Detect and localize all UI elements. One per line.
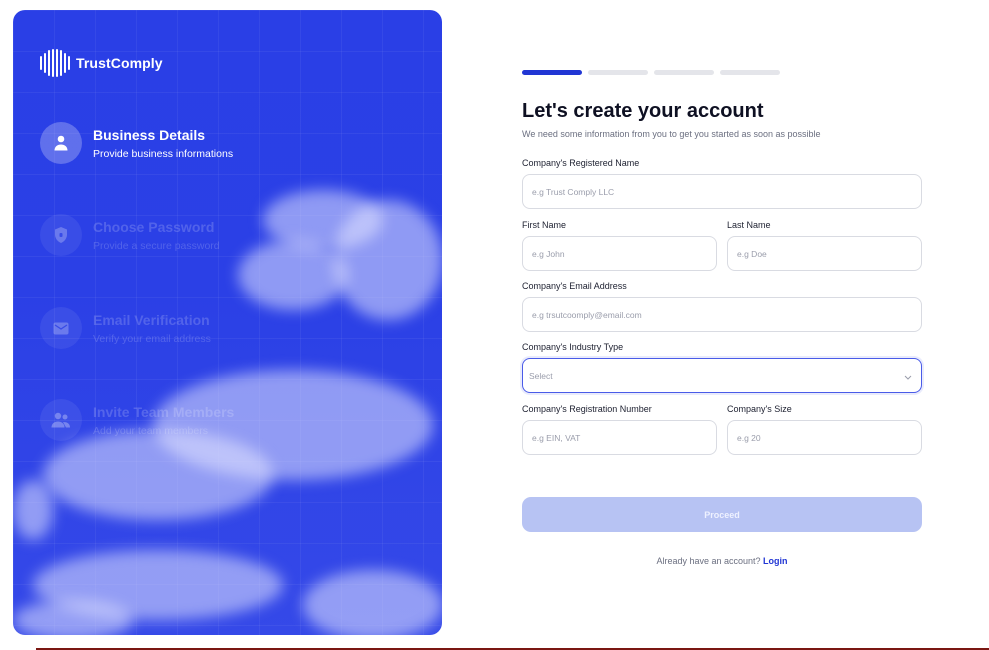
industry-select[interactable]: Select <box>522 358 922 393</box>
registration-number-label: Company's Registration Number <box>522 404 652 414</box>
company-size-label: Company's Size <box>727 404 792 414</box>
industry-label: Company's Industry Type <box>522 342 624 352</box>
cloud-decoration <box>13 480 53 540</box>
cloud-decoration <box>333 200 442 320</box>
first-name-label: First Name <box>522 220 567 230</box>
step-subtitle: Provide a secure password <box>93 239 220 252</box>
cloud-decoration <box>303 570 442 635</box>
page-title: Let's create your account <box>522 100 764 122</box>
onboarding-sidebar: TrustComply Business Details Provide bus… <box>13 10 442 635</box>
company-size-input[interactable] <box>727 420 922 455</box>
cloud-decoration <box>13 600 133 635</box>
last-name-input[interactable] <box>727 236 922 271</box>
progress-segment <box>720 70 780 75</box>
registration-number-input[interactable] <box>522 420 717 455</box>
first-name-input[interactable] <box>522 236 717 271</box>
industry-select-value: Select <box>529 370 553 381</box>
step-subtitle: Add your team members <box>93 424 208 437</box>
step-title: Invite Team Members <box>93 403 235 420</box>
mail-icon <box>40 307 82 349</box>
login-link[interactable]: Login <box>763 556 788 566</box>
step-title: Choose Password <box>93 218 215 235</box>
email-input[interactable] <box>522 297 922 332</box>
step-title: Business Details <box>93 126 206 143</box>
users-icon <box>40 399 82 441</box>
step-subtitle: Provide business informations <box>93 147 234 160</box>
logo-icon <box>40 48 70 78</box>
company-name-label: Company's Registered Name <box>522 158 640 168</box>
signup-page: TrustComply Business Details Provide bus… <box>0 0 989 650</box>
chevron-down-icon <box>904 367 912 385</box>
brand-logo: TrustComply <box>40 48 163 78</box>
progress-segment <box>654 70 714 75</box>
company-name-input[interactable] <box>522 174 922 209</box>
cloud-decoration <box>238 240 348 310</box>
progress-segment-active <box>522 70 582 75</box>
page-subtitle: We need some information from you to get… <box>522 129 821 139</box>
shield-lock-icon <box>40 214 82 256</box>
last-name-label: Last Name <box>727 220 771 230</box>
step-progress-bar <box>522 70 780 75</box>
cloud-decoration <box>43 430 273 520</box>
email-label: Company's Email Address <box>522 281 627 291</box>
step-email-verification[interactable]: Email Verification Verify your email add… <box>40 307 211 349</box>
proceed-button[interactable]: Proceed <box>522 497 922 532</box>
step-choose-password[interactable]: Choose Password Provide a secure passwor… <box>40 214 220 256</box>
step-title: Email Verification <box>93 311 210 328</box>
brand-name: TrustComply <box>76 55 163 71</box>
progress-segment <box>588 70 648 75</box>
step-business-details[interactable]: Business Details Provide business inform… <box>40 122 233 164</box>
step-invite-team[interactable]: Invite Team Members Add your team member… <box>40 399 234 441</box>
signin-prompt: Already have an account? Login <box>522 556 922 566</box>
user-icon <box>40 122 82 164</box>
step-subtitle: Verify your email address <box>93 332 211 345</box>
signin-prompt-text: Already have an account? <box>656 556 761 566</box>
